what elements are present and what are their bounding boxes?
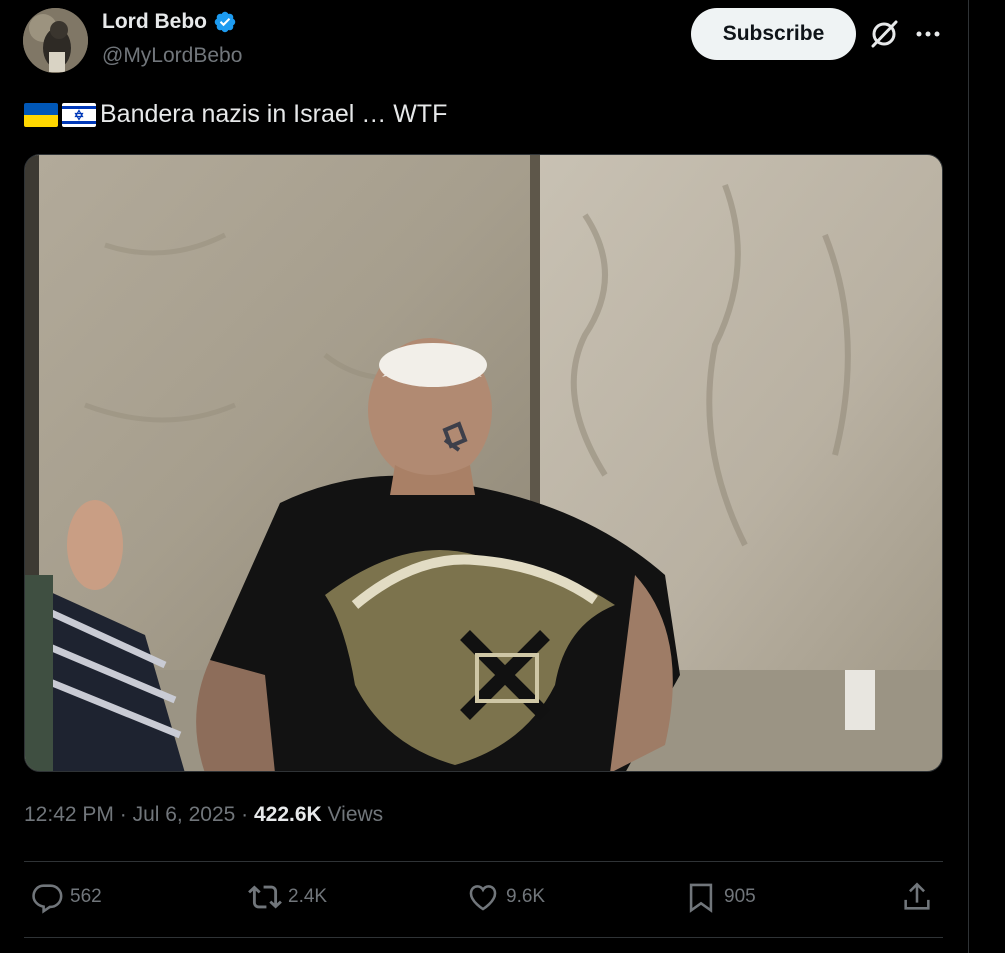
- verified-badge-icon: [214, 11, 236, 33]
- reply-button[interactable]: 562: [30, 880, 102, 914]
- repost-button[interactable]: 2.4K: [248, 880, 327, 914]
- tweet-time[interactable]: 12:42 PM: [24, 803, 114, 826]
- photo-man-at-western-wall: [25, 155, 942, 771]
- israel-flag-icon: [62, 102, 96, 127]
- views-count: 422.6K: [253, 803, 322, 826]
- share-button[interactable]: [900, 880, 940, 914]
- more-horizontal-icon[interactable]: [914, 22, 942, 46]
- tweet-photo[interactable]: [24, 154, 943, 772]
- reply-count: 562: [70, 886, 102, 907]
- tweet-date[interactable]: Jul 6, 2025: [133, 803, 236, 826]
- author-name[interactable]: Lord Bebo: [102, 10, 237, 34]
- views-label: Views: [327, 803, 384, 826]
- bookmark-count: 905: [724, 886, 756, 907]
- like-count: 9.6K: [506, 886, 546, 907]
- grok-icon[interactable]: [868, 18, 900, 50]
- bookmark-icon: [689, 883, 713, 913]
- column-border: [968, 0, 969, 953]
- subscribe-button[interactable]: Subscribe: [691, 8, 856, 60]
- divider-bottom: [24, 937, 943, 938]
- tweet-meta: 12:42 PM · Jul 6, 2025 · 422.6K Views: [24, 803, 383, 827]
- divider-top: [24, 861, 943, 862]
- meta-separator: ·: [119, 803, 133, 826]
- tweet-body: Bandera nazis in Israel … WTF: [100, 100, 448, 128]
- ukraine-flag-icon: [24, 102, 58, 127]
- reply-icon: [32, 884, 63, 914]
- author-handle[interactable]: @MyLordBebo: [102, 44, 242, 68]
- bookmark-button[interactable]: 905: [684, 880, 756, 914]
- tweet-text: Bandera nazis in Israel … WTF: [24, 100, 447, 129]
- repost-count: 2.4K: [288, 886, 328, 907]
- author-display-name[interactable]: Lord Bebo: [102, 10, 207, 34]
- heart-icon: [469, 885, 497, 911]
- avatar-image: [23, 8, 88, 73]
- share-icon: [904, 882, 930, 910]
- avatar[interactable]: [23, 8, 88, 73]
- like-button[interactable]: 9.6K: [466, 880, 545, 914]
- repost-icon: [248, 885, 282, 909]
- meta-separator: ·: [241, 803, 254, 826]
